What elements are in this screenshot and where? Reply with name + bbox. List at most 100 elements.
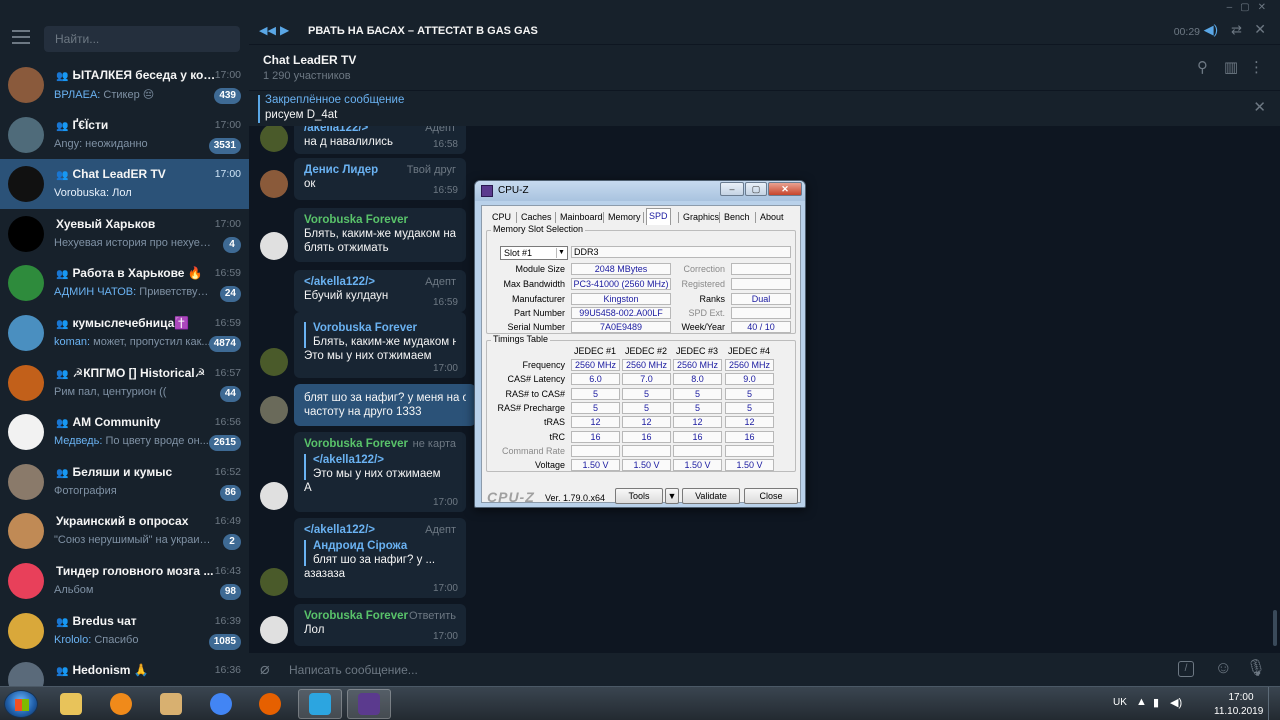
message-bubble[interactable]: Vorobuska Forever Блять, каким-же мудаком…	[294, 208, 466, 262]
search-icon[interactable]: ⚲	[1197, 58, 1208, 76]
keyboard-language[interactable]: UK	[1113, 697, 1127, 708]
chat-list-item[interactable]: 👥 Bredus чат 16:39 Krololo: Спасибо 1085	[0, 606, 249, 656]
taskbar-cpu-z-button[interactable]	[347, 689, 391, 719]
tab-about[interactable]: About	[758, 210, 786, 225]
tab-caches[interactable]: Caches	[519, 210, 554, 225]
reply-quote[interactable]: Андроид Сірожа блят шо за нафиг? у ...	[304, 540, 456, 566]
chat-list-item[interactable]: Украинский в опросах 16:49 "Союз нерушимый…	[0, 506, 249, 556]
sender-avatar[interactable]	[260, 616, 288, 644]
sender-avatar[interactable]	[260, 568, 288, 596]
chat-list-item[interactable]: 👥 Hedonism 🙏 16:36	[0, 655, 249, 686]
chat-list-item[interactable]: 👥 AM Community 16:56 Медведь: По цвету врод…	[0, 407, 249, 457]
show-desktop-button[interactable]	[1268, 687, 1280, 720]
close-player-icon[interactable]: ✕	[1254, 21, 1266, 38]
window-controls-icon[interactable]: –▢✕	[1227, 2, 1274, 13]
play-icon[interactable]: ▶	[280, 23, 289, 37]
chat-list-item[interactable]: 👥 Беляши и кумыс 16:52 Фотография 86	[0, 457, 249, 507]
taskbar-explorer-button[interactable]	[49, 689, 93, 719]
tools-button[interactable]: Tools	[615, 488, 663, 504]
tab-bench[interactable]: Bench	[722, 210, 752, 225]
taskbar-telegram-button[interactable]	[298, 689, 342, 719]
validate-button[interactable]: Validate	[682, 488, 740, 504]
reply-quote[interactable]: Vorobuska Forever Блять, каким-же мудаком…	[304, 322, 456, 348]
chat-time: 17:00	[214, 118, 241, 131]
tools-dropdown-icon[interactable]: ▼	[665, 488, 679, 504]
taskbar-firefox-button[interactable]	[248, 689, 292, 719]
volume-icon[interactable]: ◀)	[1204, 22, 1218, 38]
close-pinned-icon[interactable]: ✕	[1253, 98, 1266, 116]
start-button[interactable]	[4, 690, 38, 718]
bot-command-icon[interactable]: /	[1178, 661, 1194, 677]
preview-text: Приветствуем...	[139, 286, 214, 299]
sender-avatar[interactable]	[260, 170, 288, 198]
reply-quote[interactable]: </akella122/> Это мы у них отжимаем	[304, 454, 456, 480]
tab-mainboard[interactable]: Mainboard	[558, 210, 605, 225]
more-icon[interactable]: ⋮	[1249, 58, 1264, 76]
timing-value: 1.50 V	[725, 459, 774, 472]
emoji-icon[interactable]: ☺	[1215, 658, 1232, 678]
chat-title: Украинский в опросах	[56, 514, 216, 528]
sender-avatar[interactable]	[260, 482, 288, 510]
track-title[interactable]: РВАТЬ НА БАСАХ – АТТЕСТАТ В GAS GAS	[308, 25, 538, 37]
sender-avatar[interactable]	[260, 126, 288, 152]
close-button[interactable]: Close	[744, 488, 798, 504]
chat-list-item[interactable]: 👥 Chat LeadER TV 17:00 Vorobuska: Лол	[0, 159, 249, 210]
sidebar-toggle-icon[interactable]: ▥	[1224, 58, 1238, 76]
sender-avatar[interactable]	[260, 396, 288, 424]
chat-title-text: Chat LeadER TV	[72, 167, 166, 182]
sender-avatar[interactable]	[260, 232, 288, 260]
chat-list-item[interactable]: 👥 кумыслечебница✝️ 16:59 koman: может, проп…	[0, 308, 249, 358]
group-title: Timings Table	[491, 334, 551, 344]
scrollbar[interactable]	[1273, 610, 1277, 646]
chat-list-item[interactable]: 👥 Работа в Харькове 🔥 16:59 АДМИН ЧАТОВ: Пр…	[0, 258, 249, 308]
cpuz-title: CPU-Z	[498, 185, 529, 196]
minimize-icon[interactable]: –	[720, 182, 744, 196]
sender-name[interactable]: Vorobuska Forever	[304, 214, 456, 226]
taskbar-chrome-button[interactable]	[199, 689, 243, 719]
message-bubble[interactable]: </akella122/> Адепт Ебучий кулдаун 16:59	[294, 270, 466, 312]
chat-time: 17:00	[214, 168, 241, 181]
week-year-label: Week/Year	[681, 322, 725, 332]
search-input[interactable]	[44, 26, 240, 52]
taskbar-paint-button[interactable]	[149, 689, 193, 719]
tab-spd[interactable]: SPD	[646, 208, 671, 225]
chat-list-item[interactable]: Тиндер головного мозга ... 16:43 Альбом 98	[0, 556, 249, 606]
chat-avatar	[8, 414, 44, 451]
attach-icon[interactable]: ⌀	[260, 659, 270, 679]
chat-list-item[interactable]: Хуевый Харьков 17:00 Нехуевая история про …	[0, 209, 249, 259]
tab-cpu[interactable]: CPU	[490, 210, 513, 225]
chat-title[interactable]: Chat LeadER TV	[263, 53, 356, 67]
clock-time[interactable]: 17:00	[1224, 692, 1258, 703]
volume-icon[interactable]: ◀)	[1170, 696, 1182, 709]
cpuz-titlebar[interactable]: CPU-Z – ▢ ✕	[475, 181, 805, 201]
previous-track-icon[interactable]: ◀◀	[259, 24, 276, 37]
taskbar-avast-button[interactable]	[99, 689, 143, 719]
tray-arrow-icon[interactable]: ▲	[1136, 696, 1147, 708]
message-input[interactable]	[289, 661, 1149, 679]
tab-separator	[603, 212, 604, 223]
message-bubble[interactable]: /akella122/> Адепт на д навалились 16:58	[294, 126, 466, 154]
message-bubble[interactable]: Денис Лидер Твой друг ок 16:59	[294, 158, 466, 200]
message-bubble[interactable]: </akella122/> Адепт Андроид Сірожа блят шо …	[294, 518, 466, 598]
message-text: частоту на друго 1333	[304, 406, 422, 418]
tab-graphics[interactable]: Graphics	[681, 210, 721, 225]
close-icon[interactable]: ✕	[768, 182, 802, 196]
chat-list-item[interactable]: 👥ЫТАЛКЕЯ беседа у костра...17:00ВРЛАЕА: …	[0, 60, 249, 110]
slot-select[interactable]: Slot #1 ▼	[500, 246, 568, 260]
pinned-message[interactable]: Закреплённое сообщение рисуем D_4at ✕	[249, 90, 1280, 126]
network-icon[interactable]: ▮	[1153, 696, 1159, 709]
message-bubble[interactable]: Vorobuska Forever Блять, каким-же мудаком…	[294, 312, 466, 378]
message-bubble[interactable]: блят шо за нафиг? у меня на одно частоту …	[294, 384, 476, 426]
chat-preview: Альбом	[54, 584, 214, 596]
message-bubble[interactable]: Vorobuska Forever Ответить Лол 17:00	[294, 604, 466, 646]
maximize-icon[interactable]: ▢	[745, 182, 767, 196]
chat-list-item[interactable]: 👥 ☭КПГМО [] Historical☭ 16:57 Рим пал, цент…	[0, 358, 249, 408]
sender-avatar[interactable]	[260, 348, 288, 376]
message-bubble[interactable]: Vorobuska Forever не карта </akella122/> Эт…	[294, 432, 466, 512]
chat-list-item[interactable]: 👥 Ґ€Їсти 17:00 Angy: неожиданно 3531	[0, 110, 249, 160]
tab-memory[interactable]: Memory	[606, 210, 643, 225]
clock-date[interactable]: 11.10.2019	[1214, 706, 1263, 717]
hamburger-menu-icon[interactable]	[12, 30, 30, 44]
repeat-icon[interactable]: ⇄	[1231, 22, 1242, 38]
microphone-icon[interactable]: 🎙	[1246, 658, 1266, 678]
